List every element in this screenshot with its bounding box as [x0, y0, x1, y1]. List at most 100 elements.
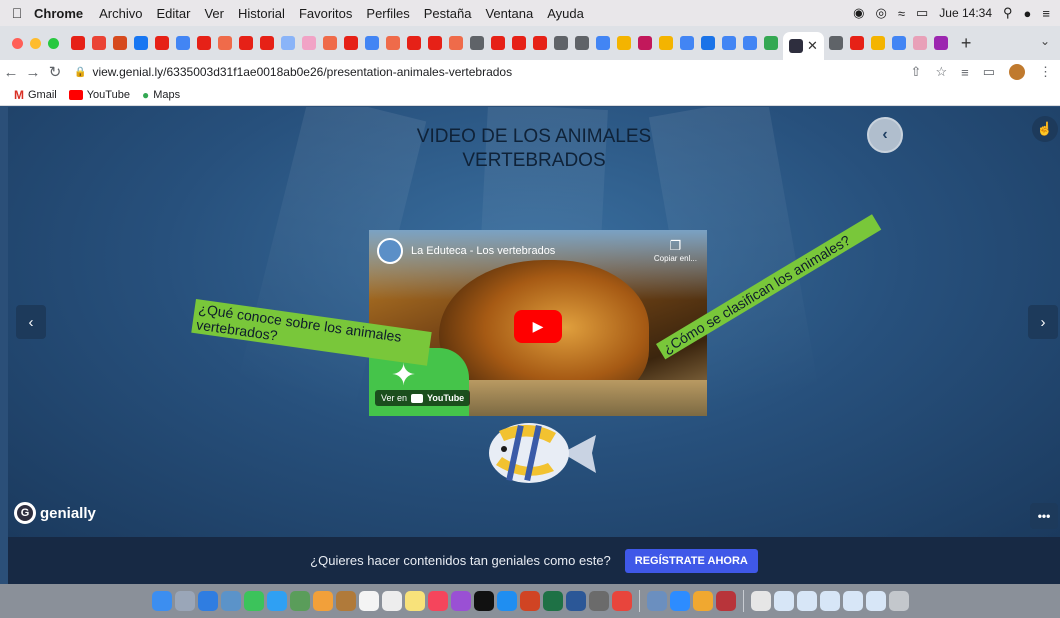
url-text[interactable]: view.genial.ly/6335003d31f1ae0018ab0e26/… [92, 65, 512, 79]
podcasts-icon[interactable] [450, 591, 471, 611]
video-channel-header[interactable]: La Eduteca - Los vertebrados [377, 238, 555, 264]
back-arrow-icon[interactable]: ← [0, 64, 22, 81]
system-preferences-icon[interactable] [588, 591, 609, 611]
tab-app-icon[interactable] [302, 36, 316, 50]
dictionary-icon[interactable] [715, 591, 736, 611]
tab-app-icon[interactable] [554, 36, 568, 50]
siri-icon[interactable]: ● [1024, 6, 1032, 21]
window-thumbnail-icon[interactable] [796, 591, 817, 611]
kebab-menu-icon[interactable]: ⋮ [1039, 64, 1052, 80]
tab-youtube-icon[interactable] [407, 36, 421, 50]
reminders-icon[interactable] [381, 591, 402, 611]
facetime-icon[interactable] [243, 591, 264, 611]
minimize-window-button[interactable] [30, 37, 41, 49]
bookmark-gmail[interactable]: M Gmail [14, 88, 57, 102]
window-thumbnail-icon[interactable] [773, 591, 794, 611]
messages-icon[interactable] [266, 591, 287, 611]
tab-youtube-icon[interactable] [849, 36, 864, 50]
zoom-window-button[interactable] [48, 37, 59, 49]
tab-youtube-icon[interactable] [491, 36, 505, 50]
menubar-clock[interactable]: Jue 14:34 [939, 6, 992, 20]
tab-app-icon[interactable] [828, 36, 843, 50]
maps-app-icon[interactable] [289, 591, 310, 611]
calendar-icon[interactable] [358, 591, 379, 611]
more-options-button[interactable]: ••• [1030, 503, 1058, 529]
tab-google-icon[interactable] [743, 36, 757, 50]
tab-app-icon[interactable] [470, 36, 484, 50]
back-circle-button[interactable]: ‹ [867, 117, 903, 153]
spotlight-search-icon[interactable]: ⚲ [1003, 5, 1013, 21]
reading-list-icon[interactable]: ≡ [961, 65, 969, 80]
creative-cloud-icon[interactable]: ◉ [853, 5, 864, 21]
register-now-button[interactable]: REGÍSTRATE AHORA [624, 548, 758, 573]
tab-app-icon[interactable] [638, 36, 652, 50]
tab-app-icon[interactable] [659, 36, 673, 50]
word-icon[interactable] [565, 591, 586, 611]
previous-slide-button[interactable]: ‹ [16, 305, 46, 339]
menu-editar[interactable]: Editar [156, 6, 190, 21]
profile-avatar[interactable] [1009, 64, 1025, 80]
tab-google-icon[interactable] [891, 36, 906, 50]
share-icon[interactable]: ⇧ [911, 64, 922, 80]
watch-on-youtube-button[interactable]: Ver en YouTube [375, 390, 471, 406]
launchpad-icon[interactable] [174, 591, 195, 611]
copy-link-button[interactable]: ❐ Copiar enl... [654, 238, 697, 263]
window-thumbnail-icon[interactable] [819, 591, 840, 611]
tab-app-icon[interactable] [912, 36, 927, 50]
tab-youtube-icon[interactable] [512, 36, 526, 50]
address-bar[interactable]: 🔒 view.genial.ly/6335003d31f1ae0018ab0e2… [74, 65, 512, 79]
tab-google-icon[interactable] [176, 36, 190, 50]
lock-icon[interactable]: 🔒 [74, 67, 86, 78]
tab-app-icon[interactable] [617, 36, 631, 50]
screen-record-icon[interactable]: ◎ [876, 5, 887, 21]
bookmark-maps[interactable]: ● Maps [142, 88, 180, 102]
music-icon[interactable] [427, 591, 448, 611]
trash-icon[interactable] [888, 591, 909, 611]
bookmark-youtube[interactable]: YouTube [68, 89, 130, 101]
tab-search-chevron-icon[interactable]: ⌄ [1040, 34, 1050, 48]
video-title[interactable]: La Eduteca - Los vertebrados [411, 245, 555, 257]
tab-loading-icon[interactable] [218, 36, 232, 50]
tab-youtube-icon[interactable] [344, 36, 358, 50]
app-icon[interactable] [692, 591, 713, 611]
screenshot-icon[interactable] [646, 591, 667, 611]
menu-ventana[interactable]: Ventana [485, 6, 533, 21]
menu-app-name[interactable]: Chrome [34, 6, 83, 21]
menu-favoritos[interactable]: Favoritos [299, 6, 352, 21]
window-thumbnail-icon[interactable] [865, 591, 886, 611]
new-tab-button[interactable]: + [961, 33, 972, 54]
battery-icon[interactable]: ▭ [916, 5, 928, 21]
excel-icon[interactable] [542, 591, 563, 611]
menu-ver[interactable]: Ver [204, 6, 224, 21]
app-store-icon[interactable] [496, 591, 517, 611]
wifi-icon[interactable]: ≈ [898, 6, 905, 21]
tab-active-genially[interactable]: ✕ [783, 32, 824, 60]
next-slide-button[interactable]: › [1028, 305, 1058, 339]
tab-google-icon[interactable] [722, 36, 736, 50]
photos-icon[interactable] [312, 591, 333, 611]
control-center-icon[interactable]: ≡ [1042, 6, 1050, 21]
reload-icon[interactable]: ↻ [44, 63, 66, 81]
tab-gmail-icon[interactable] [92, 36, 106, 50]
window-thumbnail-icon[interactable] [842, 591, 863, 611]
close-window-button[interactable] [12, 37, 23, 49]
tab-app-icon[interactable] [870, 36, 885, 50]
tab-youtube-icon[interactable] [197, 36, 211, 50]
genially-brand[interactable]: G genially [14, 502, 96, 524]
menu-perfiles[interactable]: Perfiles [366, 6, 409, 21]
tab-app-icon[interactable] [701, 36, 715, 50]
embedded-youtube-video[interactable]: La Eduteca - Los vertebrados ❐ Copiar en… [369, 230, 707, 416]
finder-icon[interactable] [151, 591, 172, 611]
tab-youtube-icon[interactable] [260, 36, 274, 50]
tab-loading-icon[interactable] [386, 36, 400, 50]
tab-google-icon[interactable] [680, 36, 694, 50]
tab-youtube-icon[interactable] [533, 36, 547, 50]
bookmark-star-icon[interactable]: ☆ [935, 64, 947, 80]
menu-ayuda[interactable]: Ayuda [547, 6, 584, 21]
contacts-icon[interactable] [335, 591, 356, 611]
zoom-icon[interactable] [669, 591, 690, 611]
tab-facebook-icon[interactable] [134, 36, 148, 50]
tab-app-icon[interactable] [113, 36, 127, 50]
side-panel-icon[interactable]: ▭ [983, 64, 995, 80]
tab-close-icon[interactable]: ✕ [807, 38, 818, 54]
